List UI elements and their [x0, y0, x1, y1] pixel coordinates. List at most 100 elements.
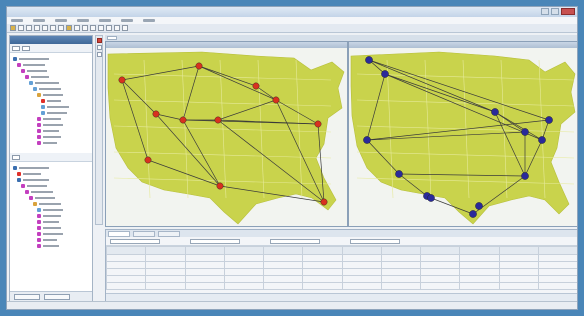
navigator-button[interactable] [14, 294, 40, 300]
node-point[interactable] [427, 194, 435, 202]
table-cell[interactable] [380, 268, 422, 276]
table-cell[interactable] [223, 261, 265, 269]
grid-tab[interactable] [108, 231, 130, 237]
filter-input[interactable] [350, 238, 400, 244]
node-point[interactable] [252, 82, 260, 90]
tree-item[interactable] [37, 134, 61, 139]
close-button[interactable] [561, 8, 575, 15]
table-cell[interactable] [184, 268, 225, 276]
table-cell[interactable] [302, 282, 343, 290]
tree-item[interactable] [37, 122, 63, 127]
tree-item[interactable] [25, 74, 49, 79]
node-point[interactable] [475, 202, 483, 210]
table-cell[interactable] [105, 261, 147, 269]
tree-item[interactable] [13, 56, 49, 61]
column-header[interactable] [262, 246, 304, 255]
node-point[interactable] [195, 62, 203, 70]
zoom-out-icon[interactable] [74, 25, 80, 31]
tree-item[interactable] [37, 116, 61, 121]
column-header[interactable] [223, 246, 265, 255]
node-point[interactable] [491, 108, 499, 116]
node-point[interactable] [521, 128, 529, 136]
table-cell[interactable] [302, 254, 343, 262]
table-cell[interactable] [498, 282, 539, 290]
table-cell[interactable] [302, 261, 343, 269]
table-cell[interactable] [145, 268, 186, 276]
table-cell[interactable] [105, 275, 147, 283]
node-point[interactable] [314, 120, 322, 128]
table-cell[interactable] [105, 268, 147, 276]
tree-item[interactable] [41, 104, 69, 109]
node-point[interactable] [152, 110, 160, 118]
minimize-button[interactable] [541, 8, 549, 15]
table-cell[interactable] [223, 282, 265, 290]
menu-item[interactable] [33, 19, 45, 22]
table-cell[interactable] [145, 282, 186, 290]
table-cell[interactable] [419, 254, 461, 262]
filter-input[interactable] [110, 238, 160, 244]
menu-item[interactable] [121, 19, 133, 22]
table-cell[interactable] [459, 282, 500, 290]
tree-item[interactable] [29, 80, 59, 85]
table-cell[interactable] [145, 261, 186, 269]
select-icon[interactable] [90, 25, 96, 31]
table-cell[interactable] [419, 275, 461, 283]
table-cell[interactable] [498, 268, 539, 276]
table-cell[interactable] [537, 268, 577, 276]
table-cell[interactable] [341, 261, 382, 269]
table-cell[interactable] [537, 282, 577, 290]
grid-tab[interactable] [158, 231, 180, 237]
zoom-in-icon[interactable] [66, 25, 72, 31]
copy-icon[interactable] [34, 25, 40, 31]
tree-item[interactable] [37, 207, 63, 212]
table-cell[interactable] [498, 254, 539, 262]
tree-item[interactable] [37, 231, 63, 236]
table-cell[interactable] [302, 268, 343, 276]
search-button[interactable] [22, 45, 30, 51]
table-row[interactable] [105, 282, 577, 290]
tree-item[interactable] [21, 183, 47, 188]
table-cell[interactable] [145, 275, 186, 283]
table-cell[interactable] [459, 254, 500, 262]
table-cell[interactable] [341, 254, 382, 262]
node-point[interactable] [216, 182, 224, 190]
open-icon[interactable] [10, 25, 16, 31]
filter-button-lower[interactable] [12, 154, 20, 160]
table-cell[interactable] [537, 254, 577, 262]
table-cell[interactable] [262, 282, 304, 290]
table-cell[interactable] [459, 275, 500, 283]
tree-item[interactable] [37, 92, 63, 97]
tree-item[interactable] [41, 110, 67, 115]
table-cell[interactable] [498, 261, 539, 269]
table-cell[interactable] [105, 254, 147, 262]
column-header[interactable] [380, 246, 422, 255]
menu-item[interactable] [143, 19, 155, 22]
refresh-icon[interactable] [106, 25, 112, 31]
node-point[interactable] [179, 116, 187, 124]
network-map-canvas[interactable] [349, 48, 578, 226]
table-cell[interactable] [223, 268, 265, 276]
tree-item[interactable] [29, 195, 55, 200]
node-point[interactable] [521, 172, 529, 180]
save-icon[interactable] [18, 25, 24, 31]
menu-item[interactable] [99, 19, 111, 22]
table-cell[interactable] [459, 268, 500, 276]
menu-item[interactable] [55, 19, 67, 22]
table-row[interactable] [105, 254, 577, 262]
tree-item[interactable] [37, 128, 59, 133]
tree-item[interactable] [17, 171, 41, 176]
cut-icon[interactable] [26, 25, 32, 31]
table-cell[interactable] [419, 282, 461, 290]
table-cell[interactable] [537, 261, 577, 269]
table-cell[interactable] [262, 268, 304, 276]
tree-item[interactable] [41, 98, 61, 103]
tree-item[interactable] [37, 213, 61, 218]
tree-item[interactable] [25, 189, 53, 194]
add-node-icon[interactable] [97, 38, 102, 43]
column-header[interactable] [459, 246, 500, 255]
tree-item[interactable] [37, 243, 59, 248]
table-cell[interactable] [380, 261, 422, 269]
tree-item[interactable] [37, 219, 59, 224]
node-point[interactable] [365, 56, 373, 64]
table-cell[interactable] [380, 282, 422, 290]
